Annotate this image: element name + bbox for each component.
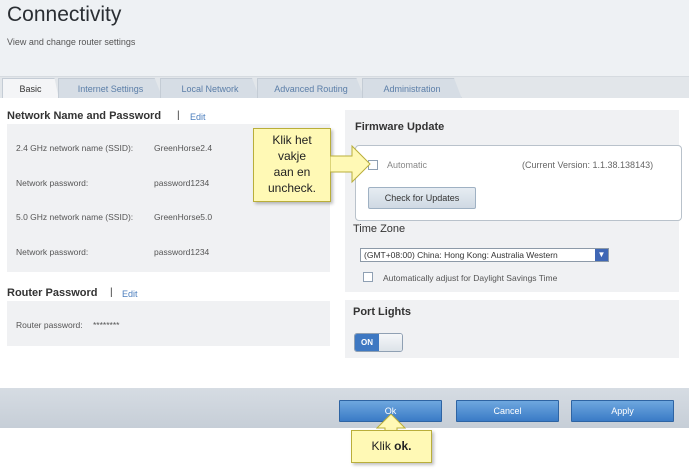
port-lights-toggle[interactable]: ON bbox=[354, 333, 403, 352]
network-section-title: Network Name and Password bbox=[7, 110, 162, 122]
time-zone-title: Time Zone bbox=[353, 223, 406, 235]
network-edit-link[interactable]: Edit bbox=[190, 112, 206, 122]
network-edit-separator: | bbox=[177, 110, 180, 121]
tab-administration[interactable]: Administration bbox=[362, 78, 462, 99]
tab-advanced-routing[interactable]: Advanced Routing bbox=[257, 78, 365, 99]
ssid-24-label: 2.4 GHz network name (SSID): bbox=[16, 143, 134, 153]
current-version-text: (Current Version: 1.1.38.138143) bbox=[522, 160, 654, 170]
ssid-50-value: GreenHorse5.0 bbox=[154, 212, 213, 222]
router-password-label: Router password: bbox=[16, 320, 83, 330]
ssid-50-label: 5.0 GHz network name (SSID): bbox=[16, 212, 134, 222]
time-zone-selected-value: (GMT+08:00) China: Hong Kong: Australia … bbox=[364, 250, 558, 260]
page-title: Connectivity bbox=[7, 3, 122, 26]
callout-line: uncheck. bbox=[267, 181, 317, 195]
checkbox-callout: Klik het vakje aan en uncheck. bbox=[253, 128, 331, 202]
apply-button[interactable]: Apply bbox=[571, 400, 674, 422]
cancel-button[interactable]: Cancel bbox=[456, 400, 559, 422]
password-50-value: password1234 bbox=[154, 247, 210, 257]
check-for-updates-button[interactable]: Check for Updates bbox=[368, 187, 476, 209]
dst-checkbox[interactable] bbox=[363, 272, 373, 282]
password-24-value: password1234 bbox=[154, 178, 210, 188]
callout-line: vakje bbox=[277, 149, 306, 163]
router-password-title: Router Password bbox=[7, 287, 98, 299]
password-50-label: Network password: bbox=[16, 247, 89, 257]
ok-callout: Klik ok. bbox=[351, 430, 432, 463]
time-zone-select[interactable]: (GMT+08:00) China: Hong Kong: Australia … bbox=[360, 248, 609, 262]
firmware-box bbox=[355, 145, 682, 221]
dst-label: Automatically adjust for Daylight Saving… bbox=[383, 273, 558, 283]
password-24-label: Network password: bbox=[16, 178, 89, 188]
page-header: Connectivity View and change router sett… bbox=[0, 0, 689, 76]
ok-callout-prefix: Klik bbox=[371, 439, 391, 453]
router-password-edit-link[interactable]: Edit bbox=[122, 289, 138, 299]
toggle-on-label: ON bbox=[355, 334, 379, 351]
tab-basic[interactable]: Basic bbox=[2, 78, 59, 99]
callout-line: aan en bbox=[273, 165, 311, 179]
toggle-knob[interactable] bbox=[379, 334, 402, 351]
router-password-edit-separator: | bbox=[110, 287, 113, 298]
callout-arrow-right-icon bbox=[330, 144, 371, 184]
chevron-down-icon[interactable]: ▼ bbox=[595, 249, 608, 261]
tab-bar: Basic Internet Settings Local Network Ad… bbox=[0, 76, 689, 99]
tab-local-network[interactable]: Local Network bbox=[160, 78, 260, 99]
router-password-value: ******** bbox=[93, 320, 120, 330]
ssid-24-value: GreenHorse2.4 bbox=[154, 143, 213, 153]
firmware-title: Firmware Update bbox=[355, 121, 445, 133]
page-subtitle: View and change router settings bbox=[7, 37, 136, 47]
ok-callout-bold: ok. bbox=[394, 439, 412, 453]
tab-internet-settings[interactable]: Internet Settings bbox=[58, 78, 163, 99]
port-lights-title: Port Lights bbox=[353, 306, 412, 318]
callout-line: Klik het bbox=[272, 133, 312, 147]
automatic-update-label: Automatic bbox=[387, 160, 428, 170]
